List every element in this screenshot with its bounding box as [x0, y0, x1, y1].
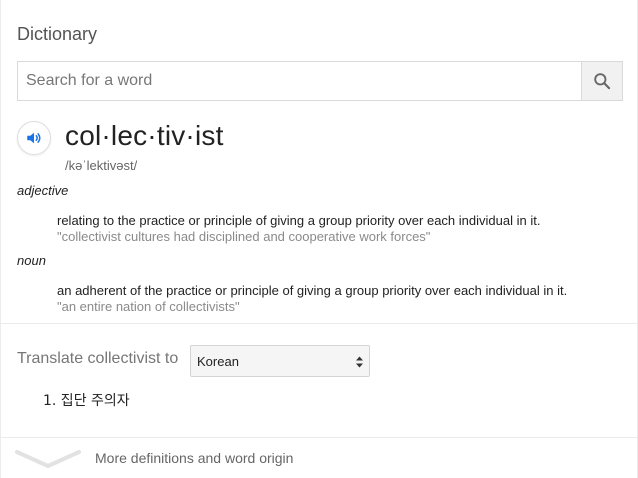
search-icon	[594, 73, 611, 90]
speaker-icon	[27, 132, 41, 144]
chevron-down-icon	[15, 450, 81, 468]
language-select[interactable]: Korean	[190, 345, 370, 377]
more-definitions-link[interactable]: More definitions and word origin	[1, 438, 638, 478]
search-button[interactable]	[581, 62, 622, 100]
definition-text: relating to the practice or principle of…	[57, 213, 541, 228]
more-definitions-label: More definitions and word origin	[95, 450, 294, 466]
part-of-speech: adjective	[17, 183, 69, 198]
search-box	[17, 61, 623, 101]
select-arrows-icon	[356, 356, 363, 368]
translate-label: Translate collectivist to	[17, 350, 179, 367]
phonetic-spelling: /kəˈlektivəst/	[65, 158, 138, 173]
part-of-speech: noun	[17, 253, 46, 268]
selected-language: Korean	[197, 354, 239, 369]
pronunciation-audio-button[interactable]	[17, 121, 51, 155]
example-text: "collectivist cultures had disciplined a…	[57, 229, 431, 244]
card-title: Dictionary	[17, 24, 98, 44]
dictionary-card: Dictionary col·lec·tiv·ist /kəˈlektivəst…	[0, 0, 638, 478]
section-divider	[1, 323, 638, 324]
example-text: "an entire nation of collectivists"	[57, 299, 240, 314]
translation-result: 1. 집단 주의자	[43, 393, 130, 409]
headword: col·lec·tiv·ist	[65, 120, 224, 151]
search-input[interactable]	[18, 62, 583, 100]
definition-text: an adherent of the practice or principle…	[57, 283, 568, 298]
